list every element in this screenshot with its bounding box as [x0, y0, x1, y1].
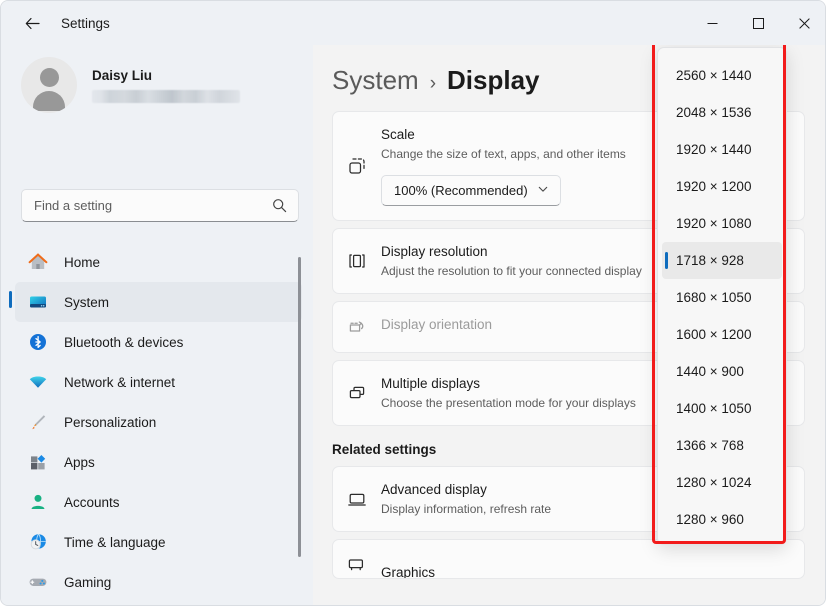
search-input[interactable]: [34, 198, 272, 213]
resolution-option-label: 1680 × 1050: [676, 290, 752, 305]
sidebar-item-label: Accounts: [64, 494, 120, 510]
sidebar: Daisy Liu Find a setting Home System Blu…: [1, 45, 313, 605]
clock-globe-icon: [25, 529, 51, 555]
resolution-option-label: 1366 × 768: [676, 438, 744, 453]
resolution-dropdown-flyout[interactable]: 2560 × 1440 2048 × 1536 1920 × 1440 1920…: [657, 47, 787, 545]
resolution-option-label: 1280 × 960: [676, 512, 744, 527]
search-icon: [272, 198, 287, 213]
card-subtitle: Adjust the resolution to fit your connec…: [381, 264, 642, 278]
sidebar-item-home[interactable]: Home: [15, 242, 302, 282]
sidebar-item-label: Home: [64, 254, 101, 270]
card-graphics-partial[interactable]: Graphics: [332, 539, 805, 579]
back-arrow-icon: [25, 17, 40, 29]
gamepad-icon: [25, 569, 51, 595]
sidebar-item-apps[interactable]: Apps: [15, 442, 302, 482]
resolution-option-label: 1718 × 928: [676, 253, 744, 268]
resolution-option[interactable]: 1366 × 768: [662, 427, 782, 464]
main-content: System › Display Scale Change the size o…: [313, 45, 825, 605]
user-name: Daisy Liu: [92, 67, 153, 83]
close-icon: [798, 17, 810, 29]
scale-icon: [333, 126, 381, 206]
sidebar-item-system[interactable]: System: [9, 282, 302, 322]
maximize-button[interactable]: [735, 1, 781, 45]
card-title: Graphics: [381, 565, 436, 579]
resolution-option[interactable]: 1280 × 960: [662, 501, 782, 538]
resolution-option-label: 1280 × 1024: [676, 475, 752, 490]
sidebar-item-label: Bluetooth & devices: [64, 334, 184, 350]
paintbrush-icon: [25, 409, 51, 435]
user-email-redacted: [92, 89, 240, 103]
resolution-option-selected[interactable]: 1718 × 928: [662, 242, 782, 279]
sidebar-item-label: Gaming: [64, 574, 112, 590]
back-button[interactable]: [15, 7, 49, 39]
monitor-icon: [333, 481, 381, 517]
breadcrumb-separator-icon: ›: [429, 73, 437, 94]
sidebar-item-network-internet[interactable]: Network & internet: [15, 362, 302, 402]
resolution-option[interactable]: 1920 × 1080: [662, 205, 782, 242]
sidebar-item-label: Network & internet: [64, 374, 176, 390]
wifi-icon: [25, 369, 51, 395]
scale-dropdown[interactable]: 100% (Recommended): [381, 175, 561, 206]
sidebar-nav: Home System Bluetooth & devices Network …: [1, 242, 313, 605]
sidebar-item-personalization[interactable]: Personalization: [15, 402, 302, 442]
resolution-option[interactable]: 1920 × 1200: [662, 168, 782, 205]
app-title: Settings: [61, 15, 110, 31]
sidebar-item-label: Apps: [64, 454, 95, 470]
sidebar-item-gaming[interactable]: Gaming: [15, 562, 302, 602]
card-subtitle: Change the size of text, apps, and other…: [381, 147, 626, 161]
resolution-option[interactable]: 1680 × 1050: [662, 279, 782, 316]
resolution-option-label: 2560 × 1440: [676, 68, 752, 83]
sidebar-item-bluetooth-devices[interactable]: Bluetooth & devices: [15, 322, 302, 362]
scale-dropdown-value: 100% (Recommended): [394, 183, 528, 198]
resolution-option-label: 1920 × 1200: [676, 179, 752, 194]
title-bar: Settings: [1, 1, 825, 45]
page-title: Display: [447, 65, 540, 95]
resolution-option-label: 1920 × 1080: [676, 216, 752, 231]
person-icon: [25, 489, 51, 515]
maximize-icon: [752, 17, 764, 29]
avatar: [21, 57, 77, 113]
account-text: Daisy Liu: [92, 68, 240, 103]
apps-grid-icon: [25, 449, 51, 475]
settings-window: Settings Daisy Liu Find a setting Home S…: [0, 0, 826, 606]
sidebar-item-accounts[interactable]: Accounts: [15, 482, 302, 522]
resolution-option[interactable]: 1400 × 1050: [662, 390, 782, 427]
minimize-icon: [707, 22, 717, 24]
minimize-button[interactable]: [689, 1, 735, 45]
close-button[interactable]: [781, 1, 825, 45]
home-icon: [25, 249, 51, 275]
sidebar-item-time-language[interactable]: Time & language: [15, 522, 302, 562]
sidebar-item-label: Time & language: [64, 534, 166, 550]
multiple-displays-icon: [333, 375, 381, 411]
resolution-option[interactable]: 2048 × 1536: [662, 94, 782, 131]
resolution-option[interactable]: 1600 × 1200: [662, 316, 782, 353]
resolution-option-label: 2048 × 1536: [676, 105, 752, 120]
bluetooth-icon: [25, 329, 51, 355]
resolution-option[interactable]: 1920 × 1440: [662, 131, 782, 168]
resolution-option[interactable]: 1440 × 900: [662, 353, 782, 390]
breadcrumb: System › Display: [332, 65, 540, 96]
card-subtitle: Choose the presentation mode for your di…: [381, 396, 636, 410]
resolution-option-label: 1600 × 1200: [676, 327, 752, 342]
system-monitor-icon: [25, 289, 51, 315]
resolution-option[interactable]: 1280 × 1024: [662, 464, 782, 501]
account-block[interactable]: Daisy Liu: [21, 57, 240, 113]
rotate-icon: [333, 316, 381, 338]
sidebar-item-label: Personalization: [64, 414, 157, 430]
display-resolution-icon: [333, 243, 381, 279]
search-box[interactable]: [21, 189, 299, 222]
sidebar-item-label: System: [64, 294, 110, 310]
resolution-option-label: 1400 × 1050: [676, 401, 752, 416]
sidebar-scrollbar[interactable]: [298, 257, 301, 557]
chevron-down-icon: [537, 182, 549, 200]
window-controls: [689, 1, 825, 45]
sidebar-item-accessibility[interactable]: Accessibility: [15, 602, 302, 605]
card-subtitle: Display information, refresh rate: [381, 502, 552, 516]
breadcrumb-parent[interactable]: System: [332, 65, 419, 96]
resolution-option-label: 1920 × 1440: [676, 142, 752, 157]
resolution-option[interactable]: 2560 × 1440: [662, 57, 782, 94]
resolution-option-label: 1440 × 900: [676, 364, 744, 379]
